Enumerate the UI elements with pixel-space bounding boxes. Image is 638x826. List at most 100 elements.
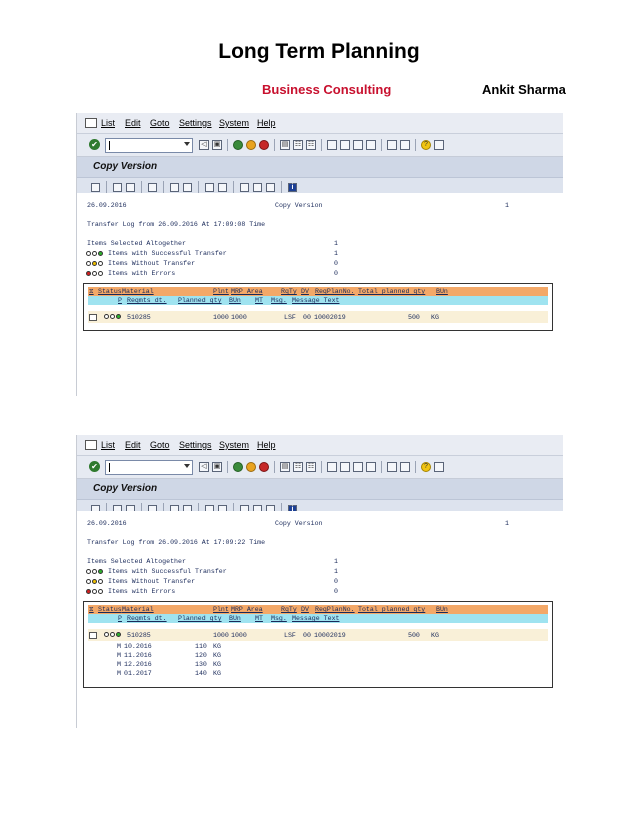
col-header-p[interactable]: P — [118, 297, 122, 304]
col-header-msg[interactable]: Msg. — [271, 297, 287, 304]
layout-icon[interactable] — [434, 140, 444, 150]
dropdown-arrow-icon[interactable] — [184, 142, 190, 146]
help-icon[interactable]: ? — [421, 140, 431, 150]
menu-help[interactable]: Help — [257, 118, 276, 128]
next-page-icon[interactable] — [353, 140, 363, 150]
menu-list[interactable]: List — [101, 118, 115, 128]
filter-icon[interactable] — [148, 182, 157, 192]
menu-system[interactable]: System — [219, 118, 249, 128]
expand-icon[interactable] — [253, 182, 262, 192]
next-page-icon[interactable] — [353, 462, 363, 472]
table-row[interactable]: 510285 1000 1000 LSF 00 10002019 500 KG — [88, 629, 548, 641]
col-header-status[interactable]: Status — [98, 288, 122, 295]
last-page-icon[interactable] — [366, 140, 376, 150]
back-arrow-icon[interactable]: ◁ — [199, 462, 209, 472]
expand-node-icon[interactable] — [89, 632, 97, 639]
details-icon[interactable] — [91, 182, 100, 192]
col-header-total[interactable]: Total planned qty — [358, 606, 425, 613]
command-field-input[interactable] — [105, 460, 193, 475]
col-header-rqty[interactable]: RqTy — [281, 288, 297, 295]
first-page-icon[interactable] — [327, 462, 337, 472]
print-icon[interactable]: ▤ — [280, 462, 290, 472]
col-header-mrp_area[interactable]: MRP Area — [231, 606, 263, 613]
table-row[interactable]: 510285 1000 1000 LSF 00 10002019 500 KG — [88, 311, 548, 323]
enter-check-icon[interactable]: ✔ — [89, 461, 100, 472]
exit-icon[interactable] — [246, 462, 256, 472]
collapse-icon[interactable] — [266, 182, 275, 192]
col-header-p[interactable]: P — [118, 615, 122, 622]
grid-header-icon[interactable]: ⧖ — [89, 288, 94, 296]
menu-settings[interactable]: Settings — [179, 118, 212, 128]
menu-goto[interactable]: Goto — [150, 440, 170, 450]
print-preview-icon[interactable] — [113, 182, 122, 192]
col-header-bun[interactable]: BUn — [436, 288, 448, 295]
col-header-planned[interactable]: Planned qty — [178, 615, 222, 622]
prev-page-icon[interactable] — [340, 140, 350, 150]
col-header-total[interactable]: Total planned qty — [358, 288, 425, 295]
menu-edit[interactable]: Edit — [125, 440, 141, 450]
expand-node-icon[interactable] — [89, 314, 97, 321]
enter-check-icon[interactable]: ✔ — [89, 139, 100, 150]
dropdown-arrow-icon[interactable] — [184, 464, 190, 468]
col-header-bun[interactable]: BUn — [229, 297, 241, 304]
help-icon[interactable]: ? — [421, 462, 431, 472]
col-header-planned[interactable]: Planned qty — [178, 297, 222, 304]
col-header-mrp_area[interactable]: MRP Area — [231, 288, 263, 295]
back-icon[interactable] — [233, 462, 243, 472]
menu-help[interactable]: Help — [257, 440, 276, 450]
col-header-plnt[interactable]: Plnt — [213, 606, 229, 613]
cancel-icon[interactable] — [259, 140, 269, 150]
subtotal-icon[interactable] — [183, 182, 192, 192]
col-header-reqplanno[interactable]: ReqPlanNo. — [315, 606, 355, 613]
layout-icon[interactable] — [434, 462, 444, 472]
back-icon[interactable] — [233, 140, 243, 150]
col-header-mt[interactable]: MT — [255, 297, 263, 304]
save-icon[interactable]: ▣ — [212, 462, 222, 472]
col-header-text[interactable]: Message Text — [292, 615, 339, 622]
exit-icon[interactable] — [246, 140, 256, 150]
last-page-icon[interactable] — [366, 462, 376, 472]
menu-goto[interactable]: Goto — [150, 118, 170, 128]
menu-system[interactable]: System — [219, 440, 249, 450]
cancel-icon[interactable] — [259, 462, 269, 472]
new-session-icon[interactable] — [387, 462, 397, 472]
col-header-text[interactable]: Message Text — [292, 297, 339, 304]
export-icon[interactable] — [205, 182, 214, 192]
info-icon[interactable]: i — [288, 182, 297, 192]
print-icon[interactable]: ▤ — [280, 140, 290, 150]
grid-header-icon[interactable]: ⧖ — [89, 606, 94, 614]
back-arrow-icon[interactable]: ◁ — [199, 140, 209, 150]
col-header-msg[interactable]: Msg. — [271, 615, 287, 622]
command-field-input[interactable] — [105, 138, 193, 153]
col-header-reqmts[interactable]: Reqmts dt. — [127, 615, 167, 622]
menu-window-icon[interactable] — [85, 440, 97, 450]
col-header-status[interactable]: Status — [98, 606, 122, 613]
col-header-rqty[interactable]: RqTy — [281, 606, 297, 613]
shortcut-icon[interactable] — [400, 140, 410, 150]
sum-icon[interactable] — [170, 182, 179, 192]
col-header-bun[interactable]: BUn — [229, 615, 241, 622]
find-icon[interactable]: ☷ — [293, 462, 303, 472]
menu-settings[interactable]: Settings — [179, 440, 212, 450]
layout-icon[interactable] — [218, 182, 227, 192]
find-icon[interactable]: ☷ — [293, 140, 303, 150]
menu-edit[interactable]: Edit — [125, 118, 141, 128]
col-header-material[interactable]: Material — [122, 606, 154, 613]
save-icon[interactable]: ▣ — [212, 140, 222, 150]
col-header-plnt[interactable]: Plnt — [213, 288, 229, 295]
col-header-mt[interactable]: MT — [255, 615, 263, 622]
col-header-material[interactable]: Material — [122, 288, 154, 295]
menu-list[interactable]: List — [101, 440, 115, 450]
first-page-icon[interactable] — [327, 140, 337, 150]
col-header-reqplanno[interactable]: ReqPlanNo. — [315, 288, 355, 295]
col-header-dv[interactable]: DV — [301, 606, 309, 613]
menu-window-icon[interactable] — [85, 118, 97, 128]
prev-page-icon[interactable] — [340, 462, 350, 472]
sort-asc-icon[interactable] — [126, 182, 135, 192]
find-next-icon[interactable]: ☷ — [306, 462, 316, 472]
col-header-bun[interactable]: BUn — [436, 606, 448, 613]
col-header-reqmts[interactable]: Reqmts dt. — [127, 297, 167, 304]
col-header-dv[interactable]: DV — [301, 288, 309, 295]
shortcut-icon[interactable] — [400, 462, 410, 472]
find-next-icon[interactable]: ☷ — [306, 140, 316, 150]
